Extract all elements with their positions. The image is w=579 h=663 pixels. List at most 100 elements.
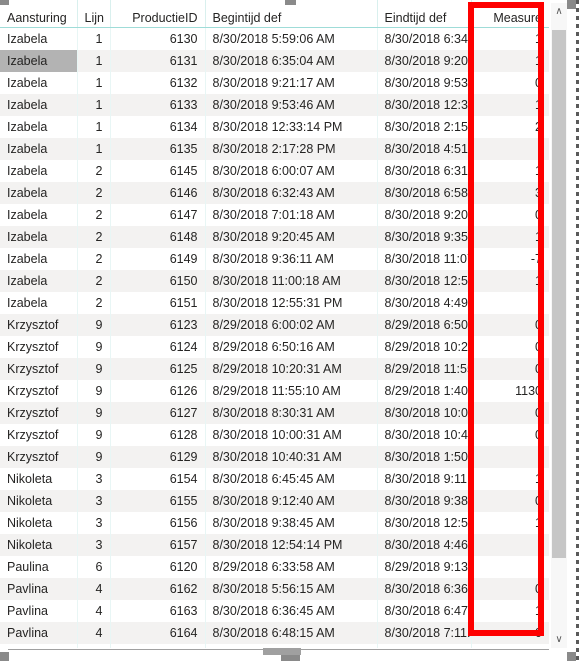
cell-measure[interactable]: 0 xyxy=(471,577,549,600)
cell-eindtijd[interactable]: 8/30/2018 4:46:00 PM xyxy=(377,533,472,556)
selection-handle-bottom-left[interactable] xyxy=(0,652,9,661)
cell-begintijd[interactable]: 8/30/2018 5:59:06 AM xyxy=(205,27,378,50)
table-row[interactable]: Izabela 2 6146 8/30/2018 6:32:43 AM 8/30/201… xyxy=(0,181,549,204)
cell-productieid[interactable]: 6125 xyxy=(110,357,206,380)
cell-lijn[interactable]: 2 xyxy=(77,225,111,248)
cell-aansturing[interactable]: Pavlina xyxy=(0,621,78,644)
table-row[interactable]: Izabela 1 6131 8/30/2018 6:35:04 AM 8/30/201… xyxy=(0,49,549,72)
table-row[interactable]: Izabela 1 6132 8/30/2018 9:21:17 AM 8/30/201… xyxy=(0,71,549,94)
cell-measure[interactable]: 0 xyxy=(471,71,549,94)
cell-productieid[interactable]: 6164 xyxy=(110,621,206,644)
cell-aansturing[interactable]: Izabela xyxy=(0,27,78,50)
cell-measure[interactable] xyxy=(471,555,549,578)
cell-measure[interactable]: 1 xyxy=(471,511,549,534)
cell-eindtijd[interactable]: 8/30/2018 10:00:31 AM xyxy=(377,401,472,424)
cell-eindtijd[interactable]: 8/30/2018 4:49:56 PM xyxy=(377,291,472,314)
cell-eindtijd[interactable]: 8/30/2018 4:51:21 PM xyxy=(377,137,472,160)
cell-lijn[interactable]: 2 xyxy=(77,181,111,204)
cell-measure[interactable]: 0 xyxy=(471,357,549,380)
cell-lijn[interactable]: 9 xyxy=(77,423,111,446)
cell-begintijd[interactable]: 8/30/2018 11:00:18 AM xyxy=(205,269,378,292)
table-row[interactable]: Krzysztof 9 6125 8/29/2018 10:20:31 AM 8/29/… xyxy=(0,357,549,380)
cell-aansturing[interactable]: Krzysztof xyxy=(0,335,78,358)
cell-lijn[interactable]: 9 xyxy=(77,313,111,336)
selection-handle-bottom-right[interactable] xyxy=(567,652,576,661)
cell-aansturing[interactable]: Pavlina xyxy=(0,643,78,648)
cell-eindtijd[interactable]: 8/30/2018 12:54:43 PM xyxy=(377,269,472,292)
cell-aansturing[interactable]: Izabela xyxy=(0,291,78,314)
cell-productieid[interactable]: 6155 xyxy=(110,489,206,512)
cell-measure[interactable]: 1 xyxy=(471,93,549,116)
column-header-measure[interactable]: Measure xyxy=(471,0,549,28)
cell-eindtijd[interactable]: 8/30/2018 6:31:49 AM xyxy=(377,159,472,182)
cell-productieid[interactable]: 6149 xyxy=(110,247,206,270)
cell-eindtijd[interactable]: 8/29/2018 1:40:35 PM xyxy=(377,379,472,402)
cell-lijn[interactable]: 6 xyxy=(77,555,111,578)
cell-begintijd[interactable]: 8/30/2018 9:38:45 AM xyxy=(205,511,378,534)
power-bi-table-visual[interactable]: Aansturing Lijn ProductieID Begintijd de… xyxy=(0,0,579,663)
cell-eindtijd[interactable]: 8/30/2018 2:15:31 PM xyxy=(377,115,472,138)
cell-productieid[interactable]: 6154 xyxy=(110,467,206,490)
cell-productieid[interactable]: 6156 xyxy=(110,511,206,534)
cell-productieid[interactable]: 6132 xyxy=(110,71,206,94)
cell-aansturing[interactable]: Paulina xyxy=(0,555,78,578)
cell-measure[interactable] xyxy=(471,445,549,468)
table-row[interactable]: Izabela 1 6130 8/30/2018 5:59:06 AM 8/30/201… xyxy=(0,27,549,50)
cell-productieid[interactable]: 6150 xyxy=(110,269,206,292)
table-row[interactable]: Pavlina 4 6163 8/30/2018 6:36:45 AM 8/30/201… xyxy=(0,599,549,622)
cell-begintijd[interactable]: 8/30/2018 9:21:17 AM xyxy=(205,71,378,94)
cell-productieid[interactable]: 6165 xyxy=(110,643,206,648)
cell-aansturing[interactable]: Izabela xyxy=(0,137,78,160)
cell-eindtijd[interactable]: 8/29/2018 11:55:10 AM xyxy=(377,357,472,380)
cell-productieid[interactable]: 6124 xyxy=(110,335,206,358)
cell-begintijd[interactable]: 8/30/2018 10:00:31 AM xyxy=(205,423,378,446)
cell-aansturing[interactable]: Izabela xyxy=(0,115,78,138)
selection-handle-top-center[interactable] xyxy=(284,0,296,5)
cell-measure[interactable] xyxy=(471,137,549,160)
table-row[interactable]: Krzysztof 9 6123 8/29/2018 6:00:02 AM 8/29/2… xyxy=(0,313,549,336)
cell-lijn[interactable]: 1 xyxy=(77,27,111,50)
column-header-lijn[interactable]: Lijn xyxy=(77,0,111,28)
cell-aansturing[interactable]: Nikoleta xyxy=(0,511,78,534)
horizontal-scrollbar-thumb[interactable] xyxy=(263,648,301,655)
cell-eindtijd[interactable]: 8/30/2018 9:38:29 AM xyxy=(377,489,472,512)
cell-productieid[interactable]: 6131 xyxy=(110,49,206,72)
cell-lijn[interactable]: 1 xyxy=(77,115,111,138)
cell-measure[interactable]: 3 xyxy=(471,181,549,204)
cell-measure[interactable]: 0 xyxy=(471,401,549,424)
cell-measure[interactable]: 1 xyxy=(471,269,549,292)
cell-lijn[interactable]: 2 xyxy=(77,203,111,226)
cell-measure[interactable]: 0 xyxy=(471,335,549,358)
table-row[interactable]: Nikoleta 3 6154 8/30/2018 6:45:45 AM 8/30/20… xyxy=(0,467,549,490)
cell-productieid[interactable]: 6135 xyxy=(110,137,206,160)
cell-aansturing[interactable]: Pavlina xyxy=(0,577,78,600)
cell-measure[interactable]: 1 xyxy=(471,643,549,648)
cell-lijn[interactable]: 3 xyxy=(77,467,111,490)
horizontal-scrollbar[interactable] xyxy=(8,648,549,657)
cell-lijn[interactable]: 9 xyxy=(77,379,111,402)
cell-productieid[interactable]: 6127 xyxy=(110,401,206,424)
column-header-productieid[interactable]: ProductieID xyxy=(110,0,206,28)
cell-begintijd[interactable]: 8/29/2018 6:33:58 AM xyxy=(205,555,378,578)
cell-lijn[interactable]: 1 xyxy=(77,93,111,116)
table-row[interactable]: Izabela 2 6148 8/30/2018 9:20:45 AM 8/30/201… xyxy=(0,225,549,248)
scroll-up-arrow-icon[interactable]: ∧ xyxy=(551,3,567,20)
cell-productieid[interactable]: 6162 xyxy=(110,577,206,600)
cell-measure[interactable]: 0 xyxy=(471,423,549,446)
cell-productieid[interactable]: 6148 xyxy=(110,225,206,248)
table-row[interactable]: Izabela 2 6150 8/30/2018 11:00:18 AM 8/30/20… xyxy=(0,269,549,292)
cell-measure[interactable]: 2 xyxy=(471,115,549,138)
cell-lijn[interactable]: 4 xyxy=(77,621,111,644)
cell-lijn[interactable]: 1 xyxy=(77,137,111,160)
table-row[interactable]: Izabela 1 6134 8/30/2018 12:33:14 PM 8/30/20… xyxy=(0,115,549,138)
cell-eindtijd[interactable]: 8/30/2018 11:07:59 AM xyxy=(377,247,472,270)
cell-eindtijd[interactable]: 8/29/2018 6:50:16 AM xyxy=(377,313,472,336)
cell-lijn[interactable]: 2 xyxy=(77,291,111,314)
cell-measure[interactable] xyxy=(471,291,549,314)
cell-measure[interactable]: 0 xyxy=(471,313,549,336)
selection-handle-top-left[interactable] xyxy=(0,0,9,5)
cell-begintijd[interactable]: 8/30/2018 6:35:04 AM xyxy=(205,49,378,72)
cell-aansturing[interactable]: Izabela xyxy=(0,269,78,292)
cell-aansturing[interactable]: Krzysztof xyxy=(0,445,78,468)
cell-lijn[interactable]: 1 xyxy=(77,49,111,72)
